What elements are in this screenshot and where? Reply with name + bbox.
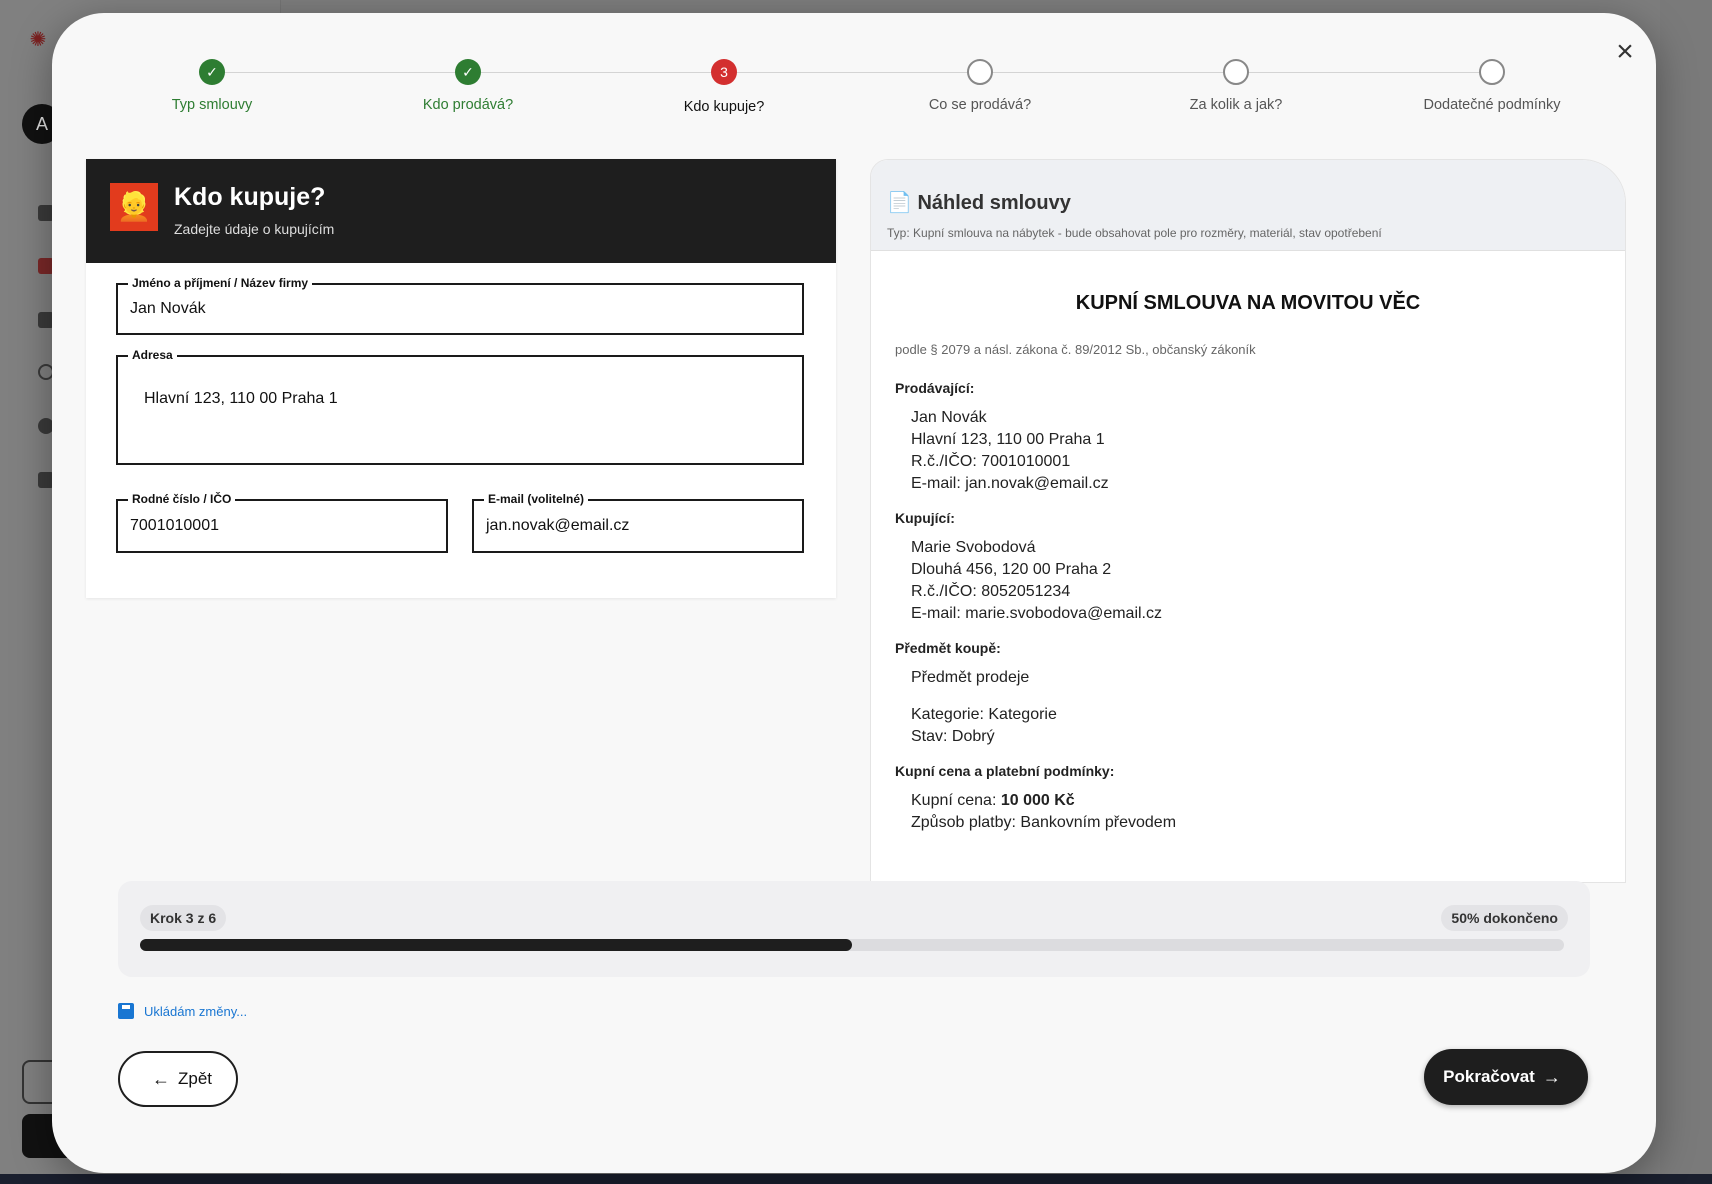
- continue-button[interactable]: Pokračovat →: [1424, 1049, 1588, 1105]
- subject-line: Předmět prodeje: [911, 669, 1030, 686]
- subject-heading: Předmět koupě:: [895, 640, 1001, 656]
- price-heading: Kupní cena a platební podmínky:: [895, 763, 1115, 779]
- autosave-text: Ukládám změny...: [144, 1003, 248, 1019]
- circle-icon: [1223, 59, 1249, 85]
- id-number-field[interactable]: Rodné číslo / IČO 7001010001: [116, 492, 448, 553]
- save-icon: [118, 1003, 134, 1019]
- name-field[interactable]: Jméno a příjmení / Název firmy Jan Novák: [116, 276, 804, 335]
- step-price[interactable]: Za kolik a jak?: [1126, 43, 1346, 113]
- circle-icon: [1479, 59, 1505, 85]
- form-subtitle: Zadejte údaje o kupujícím: [174, 221, 335, 237]
- price-value: 10 000 Kč: [1000, 792, 1075, 809]
- seller-line: Hlavní 123, 110 00 Praha 1: [911, 431, 1105, 448]
- email-field[interactable]: E-mail (volitelné) jan.novak@email.cz: [472, 492, 804, 553]
- field-value: Hlavní 123, 110 00 Praha 1: [144, 390, 338, 407]
- subject-line: Stav: Dobrý: [911, 728, 995, 745]
- field-label: Jméno a příjmení / Název firmy: [128, 276, 313, 290]
- app-logo-icon: ✺: [29, 29, 47, 51]
- back-button[interactable]: ← Zpět: [118, 1051, 238, 1107]
- step-counter-badge: Krok 3 z 6: [140, 905, 227, 931]
- seller-line: E-mail: jan.novak@email.cz: [911, 475, 1109, 492]
- price-label: Kupní cena:: [911, 792, 1001, 809]
- progress-card: Krok 3 z 6 50% dokončeno: [118, 881, 1590, 977]
- field-value: 7001010001: [130, 517, 219, 534]
- taskbar: [0, 1174, 1712, 1184]
- step-label: Kdo prodává?: [422, 97, 514, 113]
- contract-wizard-modal: × ✓ Typ smlouvy ✓ Kdo prodává? 3 Kdo kup…: [52, 13, 1656, 1173]
- field-label: E-mail (volitelné): [484, 492, 589, 506]
- form-header: 👱 Kdo kupuje? Zadejte údaje o kupujícím: [86, 159, 836, 263]
- address-field[interactable]: Adresa Hlavní 123, 110 00 Praha 1: [116, 348, 804, 465]
- buyer-line: R.č./IČO: 8052051234: [911, 583, 1071, 600]
- preview-header: 📄 Náhled smlouvy Typ: Kupní smlouva na n…: [871, 160, 1625, 251]
- price-line: Kupní cena: 10 000 Kč: [911, 792, 1075, 810]
- progress-track: [140, 939, 1564, 951]
- field-label: Adresa: [128, 348, 177, 362]
- step-seller[interactable]: ✓ Kdo prodává?: [358, 43, 578, 113]
- seller-line: R.č./IČO: 7001010001: [911, 453, 1071, 470]
- step-label: Co se prodává?: [928, 97, 1032, 113]
- continue-button-label: Pokračovat: [1443, 1067, 1535, 1086]
- step-label: Dodatečné podmínky: [1423, 97, 1561, 113]
- field-label: Rodné číslo / IČO: [128, 492, 236, 506]
- step-buyer[interactable]: 3 Kdo kupuje?: [614, 43, 834, 115]
- contract-preview[interactable]: 📄 Náhled smlouvy Typ: Kupní smlouva na n…: [870, 159, 1626, 883]
- subject-line: Kategorie: Kategorie: [911, 706, 1057, 723]
- buyer-line: Dlouhá 456, 120 00 Praha 2: [911, 561, 1112, 578]
- preview-title: 📄 Náhled smlouvy: [887, 192, 1071, 214]
- step-type[interactable]: ✓ Typ smlouvy: [102, 43, 322, 113]
- buyer-line: E-mail: marie.svobodova@email.cz: [911, 605, 1162, 622]
- step-item[interactable]: Co se prodává?: [870, 43, 1090, 113]
- check-icon: ✓: [455, 59, 481, 85]
- back-button-label: Zpět: [177, 1069, 213, 1088]
- circle-icon: [967, 59, 993, 85]
- preview-type-note: Typ: Kupní smlouva na nábytek - bude obs…: [887, 226, 1382, 240]
- progress-fill: [140, 939, 852, 951]
- buyer-form-card: 👱 Kdo kupuje? Zadejte údaje o kupujícím …: [86, 159, 836, 598]
- document-title: KUPNÍ SMLOUVA NA MOVITOU VĚC: [1075, 292, 1421, 314]
- step-label: Za kolik a jak?: [1189, 97, 1283, 113]
- arrow-right-icon: →: [1542, 1066, 1561, 1087]
- step-conditions[interactable]: Dodatečné podmínky: [1382, 43, 1602, 113]
- arrow-left-icon: ←: [151, 1068, 170, 1089]
- buyer-heading: Kupující:: [895, 510, 955, 526]
- step-label: Typ smlouvy: [171, 97, 253, 113]
- percent-badge: 50% dokončeno: [1441, 905, 1568, 931]
- autosave-status: Ukládám změny...: [118, 1003, 247, 1019]
- seller-heading: Prodávající:: [895, 380, 975, 396]
- field-value: jan.novak@email.cz: [486, 517, 630, 534]
- form-title: Kdo kupuje?: [174, 183, 326, 211]
- buyer-line: Marie Svobodová: [911, 539, 1036, 556]
- person-icon: 👱: [110, 183, 158, 231]
- step-number: 3: [711, 59, 737, 85]
- seller-line: Jan Novák: [911, 409, 987, 426]
- stepper: ✓ Typ smlouvy ✓ Kdo prodává? 3 Kdo kupuj…: [52, 43, 1656, 133]
- field-value: Jan Novák: [130, 300, 206, 317]
- background-right-edge: [1660, 0, 1712, 1184]
- step-label: Kdo kupuje?: [683, 99, 765, 115]
- check-icon: ✓: [199, 59, 225, 85]
- document-law-reference: podle § 2079 a násl. zákona č. 89/2012 S…: [895, 342, 1256, 357]
- payment-line: Způsob platby: Bankovním převodem: [911, 814, 1177, 831]
